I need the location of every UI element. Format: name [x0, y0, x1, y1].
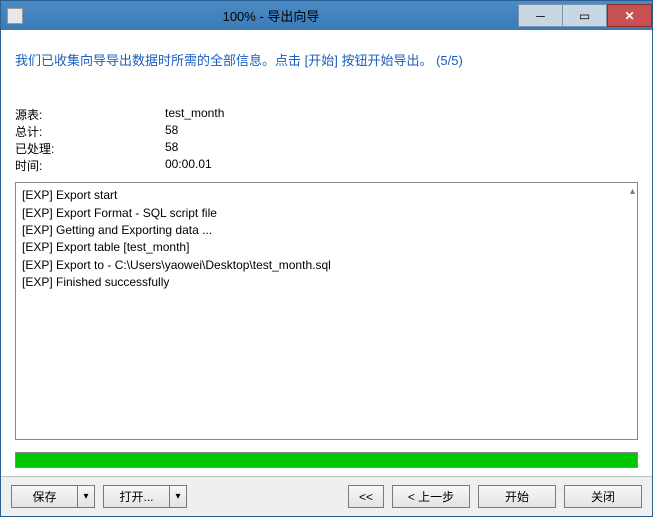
close-window-button[interactable]: ✕	[607, 4, 652, 27]
total-value: 58	[165, 123, 178, 140]
button-bar: 保存 ▾ 打开... ▾ << < 上一步 开始 关闭	[1, 476, 652, 516]
close-button[interactable]: 关闭	[564, 485, 642, 508]
source-table-value: test_month	[165, 106, 224, 123]
previous-button[interactable]: < 上一步	[392, 485, 470, 508]
processed-label: 已处理:	[15, 140, 165, 157]
source-table-label: 源表:	[15, 106, 165, 123]
titlebar[interactable]: 100% - 导出向导 ─ ▭ ✕	[1, 1, 652, 30]
open-dropdown-button[interactable]: ▾	[169, 485, 187, 508]
content-area: 我们已收集向导导出数据时所需的全部信息。点击 [开始] 按钮开始导出。 (5/5…	[1, 30, 652, 476]
time-label: 时间:	[15, 157, 165, 174]
save-dropdown-button[interactable]: ▾	[77, 485, 95, 508]
scroll-up-icon[interactable]: ▴	[630, 185, 635, 200]
progress-fill	[16, 453, 637, 467]
minimize-button[interactable]: ─	[518, 4, 563, 27]
step-indicator: (5/5)	[436, 53, 463, 68]
start-button[interactable]: 开始	[478, 485, 556, 508]
maximize-button[interactable]: ▭	[562, 4, 607, 27]
processed-value: 58	[165, 140, 178, 157]
export-wizard-window: 100% - 导出向导 ─ ▭ ✕ 我们已收集向导导出数据时所需的全部信息。点击…	[0, 0, 653, 517]
chevron-down-icon: ▾	[83, 491, 88, 502]
instruction-body: 我们已收集向导导出数据时所需的全部信息。点击 [开始] 按钮开始导出。	[15, 53, 432, 68]
log-content: [EXP] Export start [EXP] Export Format -…	[22, 188, 331, 289]
chevron-down-icon: ▾	[175, 491, 180, 502]
progress-bar	[15, 452, 638, 468]
first-page-button[interactable]: <<	[348, 485, 384, 508]
window-title: 100% - 导出向导	[23, 6, 519, 25]
summary-rows: 源表: test_month 总计: 58 已处理: 58 时间: 00:00.…	[15, 106, 638, 174]
log-textarea[interactable]: ▴ [EXP] Export start [EXP] Export Format …	[15, 182, 638, 440]
time-value: 00:00.01	[165, 157, 212, 174]
instruction-text: 我们已收集向导导出数据时所需的全部信息。点击 [开始] 按钮开始导出。 (5/5…	[15, 52, 638, 70]
app-icon	[7, 8, 23, 24]
total-label: 总计:	[15, 123, 165, 140]
open-button[interactable]: 打开...	[103, 485, 169, 508]
save-button[interactable]: 保存	[11, 485, 77, 508]
